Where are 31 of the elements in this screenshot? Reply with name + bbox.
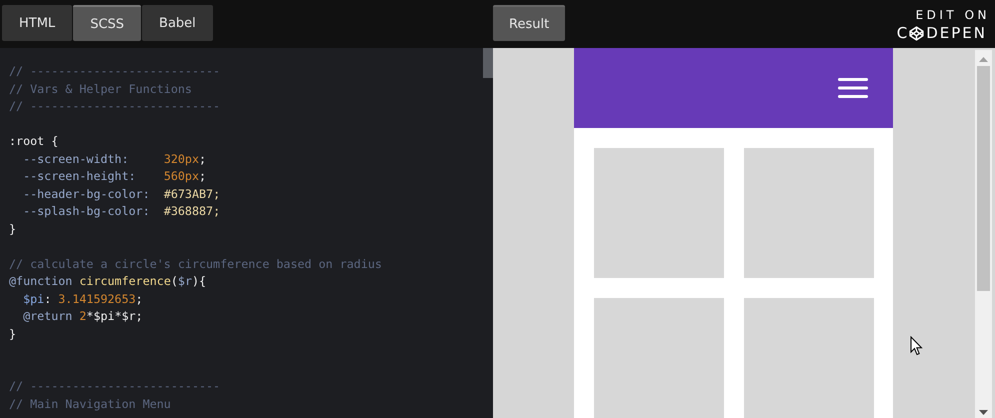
result-tab[interactable]: Result xyxy=(493,5,566,41)
editor-tab[interactable]: Babel xyxy=(142,5,213,41)
code-line: --screen-width: 320px; xyxy=(22,152,206,166)
code-editor[interactable] xyxy=(0,48,493,418)
code-line: // --------------------------- xyxy=(9,379,220,393)
scrollbar-thumb[interactable] xyxy=(483,48,493,78)
code-line: } xyxy=(9,326,16,340)
editor-tab[interactable]: HTML xyxy=(2,5,72,41)
code-line: // --------------------------- xyxy=(9,99,220,113)
code-line: @return 2*$pi*$r; xyxy=(22,309,143,323)
scrollbar[interactable] xyxy=(975,50,992,418)
scroll-up-icon[interactable] xyxy=(979,57,988,62)
code-line: --header-bg-color: #673AB7; xyxy=(22,186,220,200)
code-line: :root { xyxy=(9,134,58,148)
code-line: $pi: 3.141592653; xyxy=(22,292,143,306)
cube-icon xyxy=(909,26,924,40)
code-line: } xyxy=(9,222,16,236)
scroll-down-icon[interactable] xyxy=(979,410,988,415)
menu-icon[interactable] xyxy=(838,78,868,98)
mouse-cursor-icon xyxy=(910,336,923,356)
code-line: // Main Navigation Menu xyxy=(9,396,171,410)
brand-text[interactable]: C xyxy=(896,25,910,41)
code-line: @function circumference($r){ xyxy=(9,274,206,288)
code-line: // Vars & Helper Functions xyxy=(9,82,192,96)
brand-text[interactable]: DEPEN xyxy=(926,25,987,41)
code-line: --screen-height: 560px; xyxy=(22,169,206,183)
code-line: --splash-bg-color: #368887; xyxy=(22,204,220,218)
code-line: // --------------------------- xyxy=(9,64,220,78)
editor-tab[interactable]: SCSS xyxy=(73,5,142,41)
code-line: // calculate a circle's circumference based on radius xyxy=(9,256,382,270)
brand-tagline[interactable]: EDIT ON xyxy=(916,8,990,22)
